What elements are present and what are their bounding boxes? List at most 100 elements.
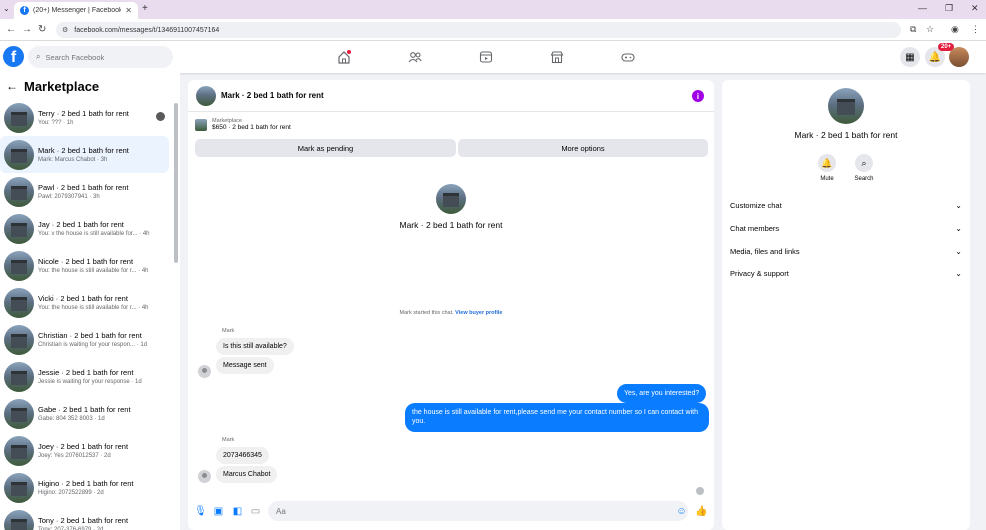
gallery-icon[interactable]: ▣ — [213, 506, 224, 517]
conversation-name: Nicole · 2 bed 1 bath for rent — [38, 257, 134, 266]
customize-chat-row[interactable]: Customize chat ⌄ — [730, 196, 962, 214]
back-icon[interactable]: ← — [6, 24, 16, 35]
conversation-item[interactable]: Joey · 2 bed 1 bath for rent Joey: Yes 20… — [0, 432, 169, 469]
chat-center-avatar — [436, 184, 466, 214]
sidebar-scrollbar[interactable] — [174, 103, 178, 263]
emoji-icon[interactable]: ☺ — [676, 506, 687, 517]
sticker-icon[interactable]: ◧ — [232, 506, 243, 517]
bookmark-star-icon[interactable]: ☆ — [926, 24, 934, 35]
like-thumb-icon[interactable]: 👍 — [695, 506, 707, 517]
video-icon[interactable] — [479, 50, 493, 64]
mute-label: Mute — [820, 176, 834, 182]
message-sender: Mark — [222, 328, 235, 334]
incoming-message[interactable]: 2073466345 — [216, 447, 269, 464]
new-tab-icon[interactable]: + — [142, 3, 148, 14]
conversation-item[interactable]: Tony · 2 bed 1 bath for rent Tony: 207-37… — [0, 506, 169, 530]
reload-icon[interactable]: ↻ — [38, 24, 46, 35]
info-avatar[interactable] — [828, 88, 864, 124]
profile-icon[interactable]: ◉ — [951, 24, 959, 35]
listing-summary[interactable]: Marketplace $650 · 2 bed 1 bath for rent — [195, 118, 291, 131]
install-app-icon[interactable]: ⧉ — [910, 24, 916, 35]
chat-avatar[interactable] — [196, 85, 216, 106]
incoming-message[interactable]: Message sent — [216, 357, 274, 374]
chevron-down-icon: ⌄ — [955, 246, 962, 256]
conversation-text: Vicki · 2 bed 1 bath for rent You: the ho… — [38, 294, 169, 311]
outgoing-message[interactable]: Yes, are you interested? — [617, 384, 707, 404]
gif-icon[interactable]: ▭ — [250, 506, 261, 517]
facebook-favicon-icon: f — [20, 6, 29, 15]
sender-avatar[interactable] — [198, 365, 211, 378]
minimize-icon[interactable]: — — [918, 3, 927, 13]
incoming-message[interactable]: Marcus Chabot — [216, 466, 278, 483]
chevron-down-icon: ⌄ — [955, 223, 962, 233]
chat-started-note: Mark started this chat. View buyer profi… — [188, 310, 714, 316]
friends-icon[interactable] — [408, 50, 422, 64]
view-buyer-profile-link[interactable]: View buyer profile — [455, 310, 502, 316]
search-action[interactable]: ⌕ Search — [844, 154, 884, 182]
back-arrow-icon[interactable]: ← — [6, 79, 18, 93]
marketplace-icon[interactable] — [550, 50, 564, 64]
conversation-item[interactable]: Vicki · 2 bed 1 bath for rent You: the ho… — [0, 284, 169, 321]
bell-icon[interactable]: 🔔 — [818, 154, 836, 172]
address-bar-row: ← → ↻ ⚙ facebook.com/messages/t/13469110… — [0, 19, 986, 41]
conversation-name: Higino · 2 bed 1 bath for rent — [38, 479, 134, 488]
menu-grid-icon[interactable]: ▦ — [900, 47, 920, 67]
outgoing-message[interactable]: the house is still available for rent,pl… — [405, 403, 709, 432]
conversation-preview: Pawl: 2079307941 · 3h — [38, 194, 100, 200]
conversation-item[interactable]: Nicole · 2 bed 1 bath for rent You: the h… — [0, 247, 169, 284]
conversation-item[interactable]: Jessie · 2 bed 1 bath for rent Jessie is … — [0, 358, 169, 395]
more-options-button[interactable]: More options — [458, 139, 708, 157]
site-info-icon[interactable]: ⚙ — [62, 26, 68, 34]
conversation-avatar — [4, 509, 34, 530]
conversation-item[interactable]: Jay · 2 bed 1 bath for rent You: v the ho… — [0, 210, 169, 247]
gaming-icon[interactable] — [621, 50, 635, 64]
marketplace-sidebar: ← Marketplace Terry · 2 bed 1 bath for r… — [0, 73, 180, 530]
search-facebook-input[interactable] — [45, 52, 156, 62]
search-label: Search — [854, 176, 874, 182]
browser-tab[interactable]: f (20+) Messenger | Facebook ✕ — [14, 2, 138, 19]
url-text: facebook.com/messages/t/1346911007457164 — [74, 26, 220, 34]
menu-kebab-icon[interactable]: ⋮ — [971, 24, 980, 35]
conversation-item[interactable]: Christian · 2 bed 1 bath for rent Christi… — [0, 321, 169, 358]
account-avatar[interactable] — [949, 47, 969, 67]
microphone-icon[interactable]: 🎙 — [194, 506, 207, 517]
info-icon[interactable]: i — [692, 90, 704, 102]
sidebar-title: Marketplace — [24, 78, 100, 94]
conversation-preview: Gabe: 804 352 8003 · 1d — [38, 416, 105, 422]
chevron-down-icon: ⌄ — [955, 200, 962, 210]
conversation-preview: Joey: Yes 2076012537 · 2d — [38, 453, 111, 459]
row-label: Chat members — [730, 223, 780, 233]
conversation-item[interactable]: Mark · 2 bed 1 bath for rent Mark: Marcus… — [0, 136, 169, 173]
facebook-logo-icon[interactable]: f — [3, 46, 24, 67]
chat-members-row[interactable]: Chat members ⌄ — [730, 219, 962, 237]
conversation-text: Mark · 2 bed 1 bath for rent Mark: Marcus… — [38, 146, 169, 163]
privacy-support-row[interactable]: Privacy & support ⌄ — [730, 264, 962, 282]
message-input[interactable] — [268, 501, 688, 521]
close-window-icon[interactable]: ✕ — [971, 3, 979, 14]
close-tab-icon[interactable]: ✕ — [125, 6, 132, 15]
conversation-item[interactable]: Pawl · 2 bed 1 bath for rent Pawl: 207930… — [0, 173, 169, 210]
row-label: Customize chat — [730, 200, 782, 210]
home-icon[interactable] — [337, 50, 351, 64]
chat-center-name: Mark · 2 bed 1 bath for rent — [399, 220, 503, 230]
search-icon[interactable]: ⌕ — [855, 154, 873, 172]
conversation-item[interactable]: Higino · 2 bed 1 bath for rent Higino: 20… — [0, 469, 169, 506]
chat-title[interactable]: Mark · 2 bed 1 bath for rent — [221, 91, 324, 100]
conversation-avatar — [4, 139, 34, 170]
conversation-name: Jay · 2 bed 1 bath for rent — [38, 220, 124, 229]
conversation-avatar — [4, 213, 34, 244]
restore-icon[interactable]: ❐ — [945, 3, 953, 14]
listing-price: $650 · 2 bed 1 bath for rent — [212, 124, 291, 131]
mute-action[interactable]: 🔔 Mute — [807, 154, 847, 182]
incoming-message[interactable]: Is this still available? — [216, 338, 294, 355]
tab-list-icon[interactable]: ⌄ — [3, 4, 10, 13]
conversation-item[interactable]: Gabe · 2 bed 1 bath for rent Gabe: 804 35… — [0, 395, 169, 432]
url-field[interactable]: ⚙ facebook.com/messages/t/13469110074571… — [56, 22, 901, 38]
sender-avatar[interactable] — [198, 470, 211, 483]
mark-as-pending-button[interactable]: Mark as pending — [195, 139, 456, 157]
conversation-item[interactable]: Terry · 2 bed 1 bath for rent You: ??? · … — [0, 99, 169, 136]
forward-icon[interactable]: → — [22, 24, 32, 35]
search-facebook-box[interactable]: ⌕ — [28, 46, 173, 68]
media-files-links-row[interactable]: Media, files and links ⌄ — [730, 242, 962, 260]
conversation-text: Higino · 2 bed 1 bath for rent Higino: 20… — [38, 479, 169, 496]
